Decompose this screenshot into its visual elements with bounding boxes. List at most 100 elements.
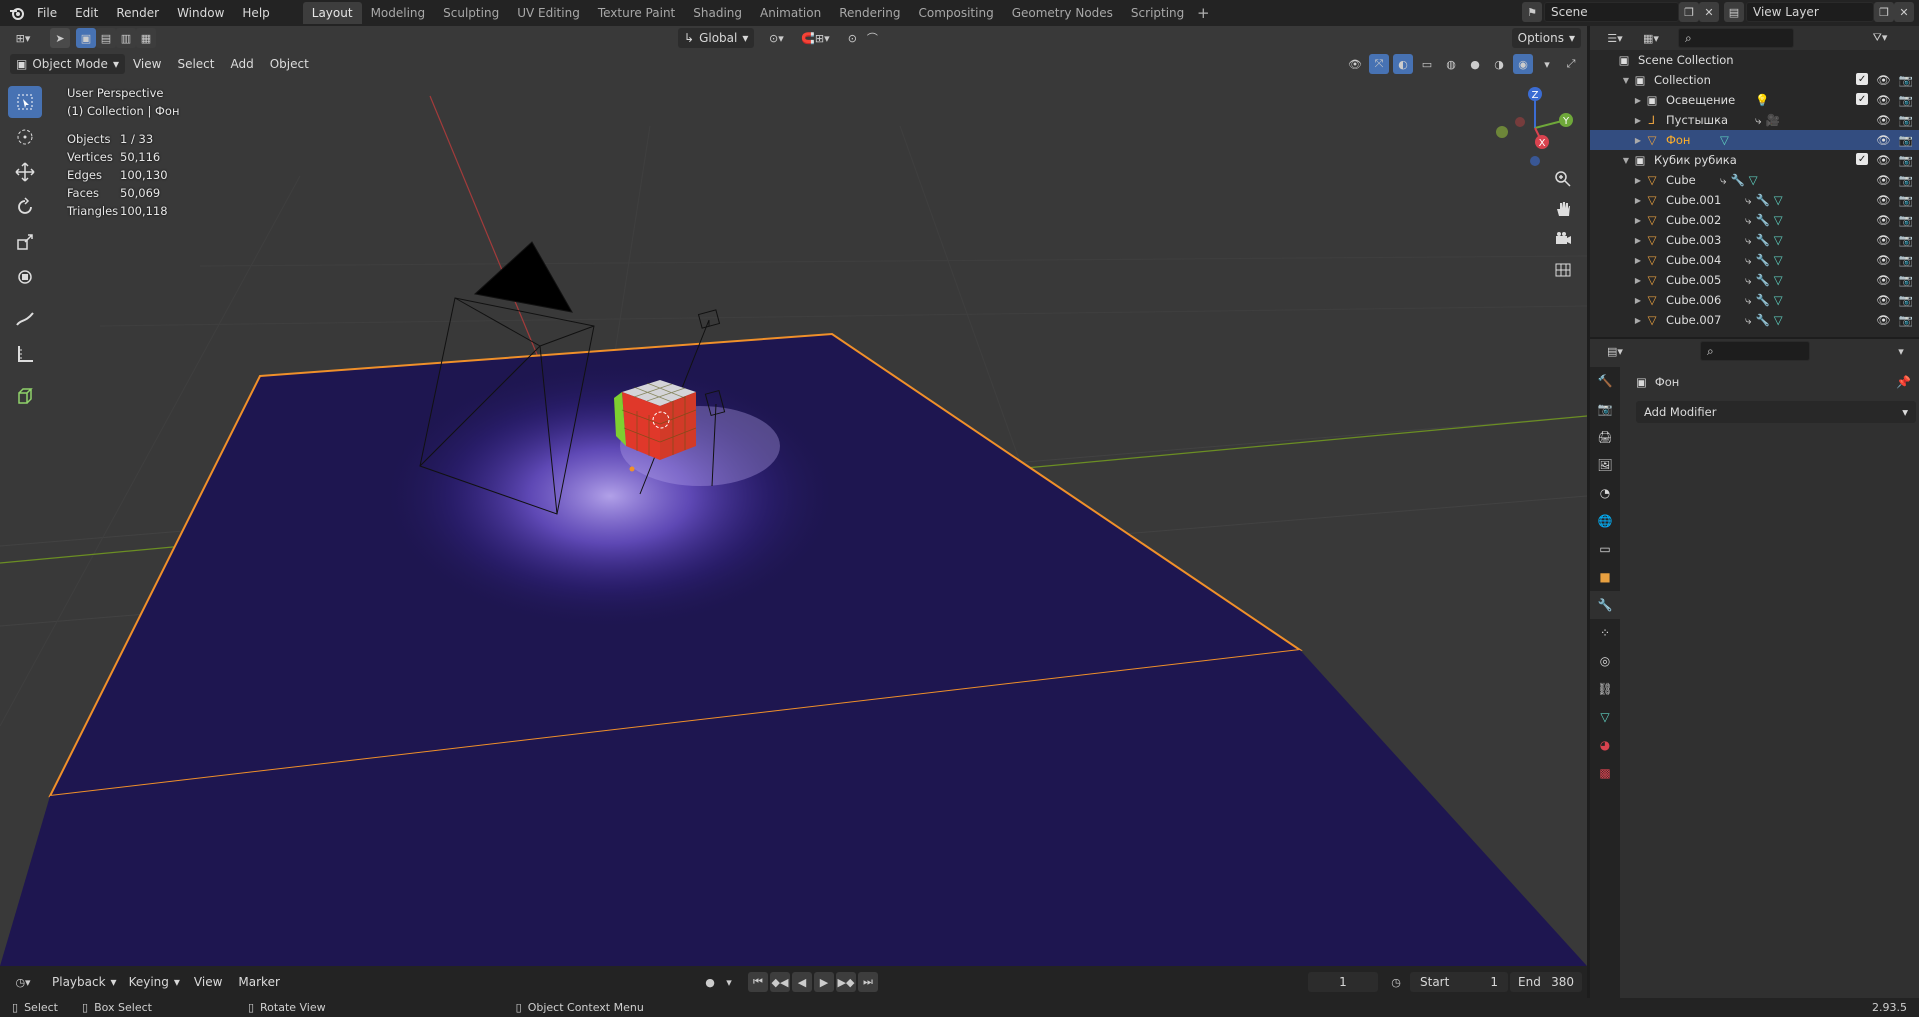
- falloff-icon[interactable]: ⌒: [862, 28, 882, 48]
- outliner-row-cube-004[interactable]: ▶ ▽ Cube.004 ⤷ 🔧 ▽ 👁 📷: [1590, 250, 1919, 270]
- world-tab-icon[interactable]: 🌐: [1590, 507, 1620, 535]
- outliner-row-fon[interactable]: ▶ ▽ Фон ▽ 👁 📷: [1590, 130, 1919, 150]
- render-camera-icon[interactable]: 📷: [1899, 113, 1913, 127]
- add-cube-tool-icon[interactable]: [8, 380, 42, 412]
- view-layer-icon[interactable]: ▤: [1724, 2, 1744, 22]
- outliner-row-cube-007[interactable]: ▶ ▽ Cube.007 ⤷ 🔧 ▽ 👁 📷: [1590, 310, 1919, 330]
- orientation-dropdown[interactable]: ↳ Global ▾: [678, 28, 755, 48]
- expand-toggle-icon[interactable]: ▶: [1632, 236, 1644, 245]
- exclude-checkbox[interactable]: ✓: [1856, 73, 1869, 85]
- view-layer-name-field[interactable]: View Layer: [1746, 2, 1874, 22]
- jump-start-icon[interactable]: ⏮: [748, 972, 768, 992]
- transform-tool-icon[interactable]: [8, 261, 42, 293]
- scene-tab-icon[interactable]: ◔: [1590, 479, 1620, 507]
- render-camera-icon[interactable]: 📷: [1899, 133, 1913, 147]
- eye-icon[interactable]: 👁: [1876, 113, 1891, 127]
- select-tool-icon[interactable]: ➤: [50, 28, 70, 48]
- scene-name-field[interactable]: Scene: [1544, 2, 1679, 22]
- xray-icon[interactable]: ▭: [1417, 54, 1437, 74]
- menu-add[interactable]: Add: [222, 54, 261, 74]
- select-extend-icon[interactable]: ▤: [96, 28, 116, 48]
- render-camera-icon[interactable]: 📷: [1899, 93, 1913, 107]
- render-camera-icon[interactable]: 📷: [1899, 173, 1913, 187]
- constraints-tab-icon[interactable]: ⛓: [1590, 675, 1620, 703]
- menu-view[interactable]: View: [125, 54, 169, 74]
- eye-icon[interactable]: 👁: [1876, 73, 1891, 87]
- menu-select[interactable]: Select: [169, 54, 222, 74]
- start-frame-field[interactable]: Start 1: [1410, 972, 1508, 992]
- exclude-checkbox[interactable]: ✓: [1856, 93, 1869, 105]
- outliner-row-cube-002[interactable]: ▶ ▽ Cube.002 ⤷ 🔧 ▽ 👁 📷: [1590, 210, 1919, 230]
- display-mode-icon[interactable]: ▦▾: [1636, 28, 1666, 48]
- outliner-row-cube[interactable]: ▶ ▽ Cube ⤷ 🔧 ▽ 👁 📷: [1590, 170, 1919, 190]
- outliner-row-empty[interactable]: ▶ ⅃ Пустышка ⤷ 🎥 👁 📷: [1590, 110, 1919, 130]
- eye-icon[interactable]: 👁: [1876, 93, 1891, 107]
- scale-tool-icon[interactable]: [8, 226, 42, 258]
- data-tab-icon[interactable]: ▽: [1590, 703, 1620, 731]
- tab-sculpting[interactable]: Sculpting: [434, 2, 508, 24]
- eye-icon[interactable]: 👁: [1876, 273, 1891, 287]
- material-tab-icon[interactable]: ◕: [1590, 731, 1620, 759]
- expand-toggle-icon[interactable]: ▼: [1620, 76, 1632, 85]
- eye-icon[interactable]: 👁: [1876, 153, 1891, 167]
- outliner-row-rubik[interactable]: ▼ ▣ Кубик рубика ✓ 👁 📷: [1590, 150, 1919, 170]
- current-frame-field[interactable]: 1: [1308, 972, 1378, 992]
- menu-help[interactable]: Help: [233, 2, 278, 24]
- shading-options-icon[interactable]: ▾: [1537, 54, 1557, 74]
- snap-icon[interactable]: 🧲⊞▾: [794, 28, 836, 48]
- menu-window[interactable]: Window: [168, 2, 233, 24]
- measure-tool-icon[interactable]: [8, 338, 42, 370]
- select-intersect-icon[interactable]: ▦: [136, 28, 156, 48]
- expand-toggle-icon[interactable]: ▶: [1632, 296, 1644, 305]
- next-keyframe-icon[interactable]: ▶◆: [836, 972, 856, 992]
- filter-icon[interactable]: ⛛▾: [1865, 28, 1895, 48]
- render-camera-icon[interactable]: 📷: [1899, 213, 1913, 227]
- output-tab-icon[interactable]: 🖨: [1590, 423, 1620, 451]
- select-box-tool-icon[interactable]: [8, 86, 42, 118]
- wireframe-shading-icon[interactable]: ◍: [1441, 54, 1461, 74]
- tab-compositing[interactable]: Compositing: [909, 2, 1002, 24]
- close-layer-icon[interactable]: ✕: [1894, 2, 1914, 22]
- select-new-icon[interactable]: ▣: [76, 28, 96, 48]
- rotate-tool-icon[interactable]: [8, 191, 42, 223]
- add-modifier-dropdown[interactable]: Add Modifier ▾: [1636, 401, 1916, 423]
- select-subtract-icon[interactable]: ▥: [116, 28, 136, 48]
- particles-tab-icon[interactable]: ⁘: [1590, 619, 1620, 647]
- timeline-editor-icon[interactable]: ◷▾: [8, 972, 38, 992]
- expand-toggle-icon[interactable]: ▶: [1632, 116, 1644, 125]
- editor-type-icon[interactable]: ⊞▾: [6, 28, 40, 48]
- eye-icon[interactable]: 👁: [1876, 133, 1891, 147]
- render-camera-icon[interactable]: 📷: [1899, 253, 1913, 267]
- material-shading-icon[interactable]: ◑: [1489, 54, 1509, 74]
- record-icon[interactable]: ●: [700, 972, 720, 992]
- outliner-row-cube-006[interactable]: ▶ ▽ Cube.006 ⤷ 🔧 ▽ 👁 📷: [1590, 290, 1919, 310]
- render-camera-icon[interactable]: 📷: [1899, 73, 1913, 87]
- expand-toggle-icon[interactable]: ▶: [1632, 176, 1644, 185]
- add-workspace-button[interactable]: +: [1193, 2, 1213, 24]
- proportional-edit-icon[interactable]: ⊙: [842, 28, 862, 48]
- zoom-icon[interactable]: [1548, 164, 1578, 194]
- tab-geometry-nodes[interactable]: Geometry Nodes: [1003, 2, 1122, 24]
- move-tool-icon[interactable]: [8, 156, 42, 188]
- render-camera-icon[interactable]: 📷: [1899, 293, 1913, 307]
- expand-toggle-icon[interactable]: ▶: [1632, 96, 1644, 105]
- tab-modeling[interactable]: Modeling: [362, 2, 435, 24]
- expand-toggle-icon[interactable]: ▶: [1632, 256, 1644, 265]
- options-dropdown[interactable]: Options ▾: [1511, 28, 1581, 48]
- pivot-icon[interactable]: ⊙▾: [762, 28, 790, 48]
- mode-dropdown[interactable]: ▣ Object Mode ▾: [10, 54, 125, 74]
- pin-icon[interactable]: 📌: [1896, 375, 1911, 389]
- timeline-menu-marker[interactable]: Marker: [230, 972, 287, 992]
- playback-dropdown[interactable]: Playback ▾: [46, 972, 123, 992]
- eye-icon[interactable]: 👁: [1876, 253, 1891, 267]
- properties-options-icon[interactable]: ▾: [1891, 341, 1911, 361]
- tab-animation[interactable]: Animation: [751, 2, 830, 24]
- outliner-row-cube-003[interactable]: ▶ ▽ Cube.003 ⤷ 🔧 ▽ 👁 📷: [1590, 230, 1919, 250]
- menu-render[interactable]: Render: [107, 2, 168, 24]
- navigation-gizmo[interactable]: Z Y X: [1490, 86, 1575, 166]
- expand-toggle-icon[interactable]: ▶: [1632, 136, 1644, 145]
- expand-toggle-icon[interactable]: ▶: [1632, 216, 1644, 225]
- gizmo-toggle-icon[interactable]: ⤧: [1369, 54, 1389, 74]
- camera-view-icon[interactable]: [1548, 224, 1578, 254]
- visibility-icon[interactable]: 👁: [1345, 54, 1365, 74]
